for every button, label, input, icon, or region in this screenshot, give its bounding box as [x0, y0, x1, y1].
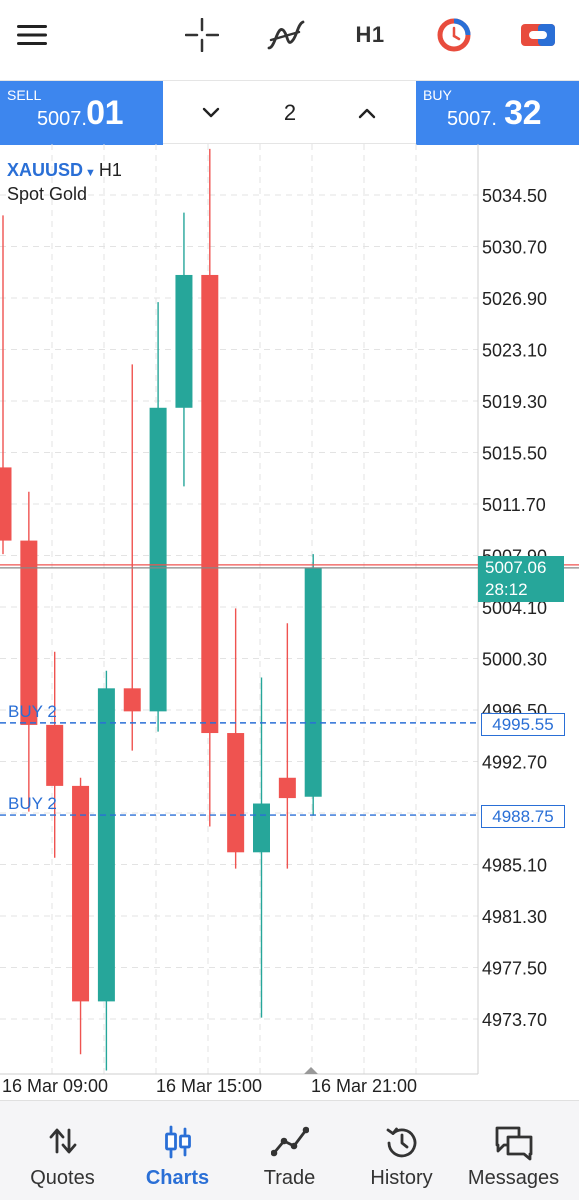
candle-body — [304, 567, 322, 797]
price-tick-label: 5030.70 — [482, 238, 547, 258]
lot-decrease-button[interactable] — [191, 95, 231, 131]
candle-body — [0, 467, 12, 541]
sell-label: SELL — [7, 87, 42, 103]
candle-body — [46, 724, 64, 786]
timeframe-label: H1 — [355, 22, 385, 47]
chevron-up-icon — [358, 108, 376, 119]
bar-countdown: 28:12 — [485, 580, 528, 599]
buy-label: BUY — [423, 87, 452, 103]
time-tick-label: 16 Mar 15:00 — [156, 1076, 262, 1096]
candle-body — [201, 274, 219, 734]
candlestick-chart[interactable]: 5034.50 5030.70 5026.90 5023.10 5019.30 5015.… — [0, 144, 579, 1100]
nav-quotes-label: Quotes — [30, 1167, 95, 1189]
buy-price-pips: 32 — [504, 94, 541, 132]
price-tick-label: 5019.30 — [482, 392, 547, 412]
chevron-down-icon — [202, 107, 220, 118]
candle-body — [149, 407, 167, 712]
price-tick-label: 4981.30 — [482, 907, 547, 927]
trade-bar: SELL 5007. 01 2 BUY 5007. 32 — [0, 80, 579, 145]
price-tick-label: 5023.10 — [482, 341, 547, 361]
candle-body — [123, 688, 141, 712]
current-bar-marker — [304, 1067, 318, 1074]
toggle-icon[interactable] — [508, 10, 568, 60]
symbol-header[interactable]: XAUUSD ▼ H1 — [7, 160, 122, 181]
nav-messages-label: Messages — [467, 1167, 560, 1189]
price-tick-label: 5000.30 — [482, 650, 547, 670]
order-label[interactable]: BUY 2 — [8, 702, 57, 722]
charts-icon — [120, 1125, 235, 1161]
symbol-description: Spot Gold — [7, 184, 88, 204]
nav-charts-label: Charts — [145, 1167, 210, 1189]
price-tick-label: 4977.50 — [482, 959, 547, 979]
quotes-icon — [5, 1125, 120, 1161]
nav-trade[interactable]: Trade — [232, 1101, 347, 1200]
timeframe-button[interactable]: H1 — [340, 10, 400, 60]
symbol-timeframe: H1 — [98, 160, 122, 180]
price-tick-label: 4992.70 — [482, 753, 547, 773]
lot-increase-button[interactable] — [347, 95, 387, 131]
time-tick-label: 16 Mar 21:00 — [311, 1076, 417, 1096]
candle-body — [97, 688, 115, 1002]
bottom-navigation: Quotes Charts Trade History Messages — [0, 1100, 579, 1200]
sell-price-pips: 01 — [86, 94, 123, 132]
nav-charts[interactable]: Charts — [120, 1101, 235, 1200]
price-tick-label: 4985.10 — [482, 856, 547, 876]
buy-price-prefix: 5007. — [446, 108, 497, 130]
nav-history-label: History — [370, 1167, 433, 1189]
candle-body — [72, 785, 90, 1002]
price-tick-label: 5026.90 — [482, 289, 547, 309]
candle-body — [175, 274, 193, 408]
candle-body — [253, 803, 270, 853]
caret-down-icon[interactable]: ▼ — [85, 167, 96, 179]
nav-history[interactable]: History — [344, 1101, 459, 1200]
price-tick-label: 5011.70 — [482, 495, 546, 515]
order-price-tag[interactable]: 4988.75 — [481, 805, 565, 828]
indicators-icon[interactable] — [256, 10, 316, 60]
price-tick-label: 4973.70 — [482, 1010, 547, 1030]
current-price: 5007.06 — [485, 558, 547, 577]
one-click-trading-icon[interactable] — [424, 10, 484, 60]
time-tick-label: 16 Mar 09:00 — [2, 1076, 108, 1096]
trade-icon — [232, 1125, 347, 1161]
messages-icon — [456, 1125, 571, 1161]
price-tick-label: 5034.50 — [482, 186, 547, 206]
history-icon — [344, 1125, 459, 1161]
nav-messages[interactable]: Messages — [456, 1101, 571, 1200]
sell-price-prefix: 5007. — [36, 108, 87, 130]
order-price-tag[interactable]: 4995.55 — [481, 713, 565, 736]
nav-quotes[interactable]: Quotes — [5, 1101, 120, 1200]
candle-body — [227, 733, 245, 853]
lot-size-value[interactable]: 2 — [270, 100, 310, 126]
order-label[interactable]: BUY 2 — [8, 794, 57, 814]
sell-button[interactable]: SELL 5007. 01 — [0, 81, 163, 145]
current-price-tag: 5007.06 28:12 — [478, 556, 564, 602]
top-toolbar: H1 — [0, 0, 579, 80]
price-tick-label: 5015.50 — [482, 444, 547, 464]
candle-body — [278, 777, 296, 799]
buy-button[interactable]: BUY 5007. 32 — [416, 81, 579, 145]
nav-trade-label: Trade — [263, 1167, 316, 1189]
price-chart[interactable]: 5034.50 5030.70 5026.90 5023.10 5019.30 5015.… — [0, 144, 579, 1100]
crosshair-icon[interactable] — [172, 10, 232, 60]
menu-icon[interactable] — [2, 10, 62, 60]
symbol-name[interactable]: XAUUSD — [7, 160, 83, 180]
